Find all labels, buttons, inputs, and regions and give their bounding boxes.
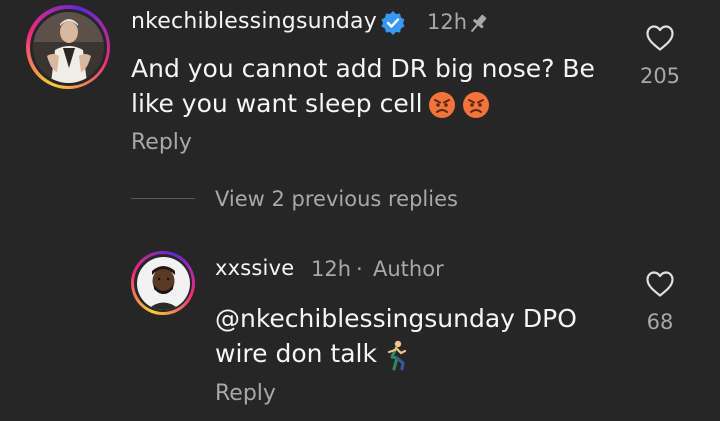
reply-text-line-2: wire don talk	[215, 336, 577, 371]
reply-text: @nkechiblessingsunday DPO wire don talk	[215, 301, 577, 371]
avatar-image	[32, 11, 104, 83]
comment-username[interactable]: nkechiblessingsunday	[131, 9, 377, 34]
comment-like-count: 205	[639, 64, 681, 88]
comment-text-line-2: like you want sleep cell	[131, 86, 595, 121]
reply-avatar[interactable]	[131, 251, 195, 315]
angry-face-emoji	[462, 92, 489, 118]
thread-divider	[131, 198, 195, 199]
reply-like-count: 68	[646, 310, 674, 334]
reply-like-heart-icon[interactable]	[645, 270, 675, 298]
reply-timestamp: 12h	[311, 257, 352, 281]
reply-text-line-2-text: wire don talk	[215, 339, 377, 368]
person-running-emoji	[387, 340, 407, 371]
comment-avatar[interactable]	[26, 5, 110, 89]
view-previous-replies-button[interactable]: View 2 previous replies	[215, 187, 458, 211]
reply-separator: ·	[356, 257, 363, 281]
reply-username[interactable]: xxssive	[215, 256, 294, 280]
comment-text-line-2-text: like you want sleep cell	[131, 89, 423, 118]
reply-text-line-1: @nkechiblessingsunday DPO	[215, 304, 577, 333]
reply-reply-button[interactable]: Reply	[215, 381, 276, 406]
verified-badge-icon	[381, 11, 405, 35]
comment-text-line-1: And you cannot add DR big nose? Be	[131, 54, 595, 83]
comment-timestamp: 12h	[427, 10, 468, 34]
reply-author-label: Author	[373, 257, 444, 281]
reply-avatar-image	[136, 256, 190, 310]
comment-reply-button[interactable]: Reply	[131, 130, 192, 155]
angry-face-emoji	[428, 92, 455, 118]
pin-icon	[470, 14, 487, 33]
comment-text: And you cannot add DR big nose? Be like …	[131, 51, 595, 121]
comment-like-heart-icon[interactable]	[645, 24, 675, 52]
